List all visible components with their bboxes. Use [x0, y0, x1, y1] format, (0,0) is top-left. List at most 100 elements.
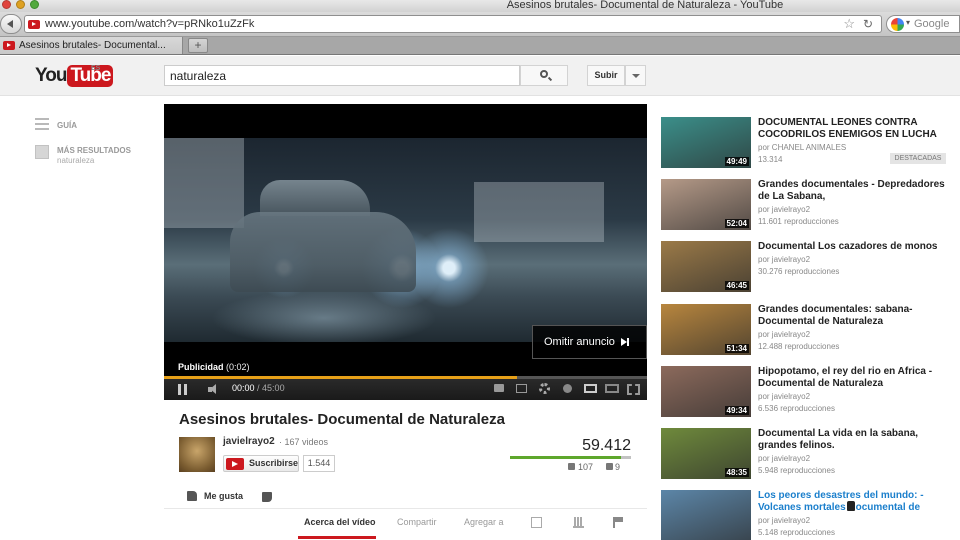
- captions-icon[interactable]: [494, 384, 504, 392]
- tab-about[interactable]: Acerca del vídeo: [304, 517, 376, 527]
- dislike-button[interactable]: [262, 492, 272, 502]
- related-views: 5.148 reproducciones: [758, 528, 835, 537]
- like-ratio-bar: [510, 456, 631, 459]
- video-thumbnail[interactable]: [661, 490, 751, 540]
- logo-you: You: [35, 65, 68, 86]
- subscribe-button[interactable]: Suscribirse: [223, 455, 299, 472]
- youtube-logo[interactable]: You Tube: [35, 65, 114, 87]
- browser-search-field[interactable]: ▾ Google: [886, 15, 960, 33]
- related-title[interactable]: Grandes documentales - Depredadores de L…: [758, 179, 948, 203]
- masthead: You Tube ES naturaleza Subir: [0, 56, 960, 96]
- address-bar[interactable]: www.youtube.com/watch?v=pRNko1uZzFk ☆ ↻: [24, 15, 882, 33]
- transcript-icon[interactable]: [531, 517, 542, 528]
- tab-bar: Asesinos brutales- Documental... +: [0, 37, 960, 55]
- ad-time: (0:02): [226, 362, 250, 372]
- like-count: 107: [568, 462, 594, 472]
- channel-name[interactable]: javielrayo2: [223, 436, 275, 447]
- related-views: 6.536 reproducciones: [758, 404, 835, 413]
- skip-ad-label: Omitir anuncio: [544, 336, 615, 348]
- video-scene-car: [260, 180, 370, 216]
- fullscreen-icon[interactable]: [627, 384, 640, 395]
- related-channel[interactable]: por javielrayo2: [758, 516, 810, 525]
- skip-ad-button[interactable]: Omitir anuncio: [532, 325, 647, 359]
- related-channel[interactable]: por javielrayo2: [758, 392, 810, 401]
- thumbs-up-icon: [187, 491, 197, 501]
- tab-share[interactable]: Compartir: [397, 517, 437, 527]
- duration-badge: 49:49: [724, 157, 749, 166]
- search-input[interactable]: naturaleza: [164, 65, 520, 86]
- thumbs-up-icon: [568, 463, 575, 470]
- search-engine-label: Google: [914, 18, 950, 30]
- thumbs-down-icon: [606, 463, 613, 470]
- video-scene-building: [164, 138, 244, 228]
- volume-icon[interactable]: [208, 384, 220, 395]
- stats-icon[interactable]: [573, 517, 584, 528]
- bookmark-star-icon[interactable]: ☆: [843, 16, 855, 32]
- more-results-label: MÁS RESULTADOS: [57, 146, 131, 155]
- large-player-icon[interactable]: [605, 384, 619, 393]
- video-player[interactable]: Omitir anuncio Publicidad (0:02) 00:00 /…: [164, 104, 647, 400]
- video-thumbnail[interactable]: 52:04: [661, 179, 751, 230]
- active-tab-underline: [298, 536, 376, 539]
- pause-icon[interactable]: [178, 384, 187, 395]
- video-thumbnail[interactable]: 49:34: [661, 366, 751, 417]
- dislike-count-value: 9: [615, 462, 621, 472]
- mouse-cursor-icon: [846, 500, 856, 512]
- related-title[interactable]: Documental Los cazadores de monos: [758, 241, 948, 253]
- video-frame[interactable]: [164, 138, 647, 342]
- time-current: 00:00: [232, 383, 255, 393]
- time-total: / 45:00: [257, 383, 285, 393]
- like-count-value: 107: [578, 462, 594, 472]
- reload-icon[interactable]: ↻: [863, 17, 873, 31]
- video-scene-car: [230, 212, 416, 292]
- related-title[interactable]: Hipopotamo, el rey del rio en Africa -Do…: [758, 366, 948, 390]
- related-channel[interactable]: por javielrayo2: [758, 454, 810, 463]
- related-channel[interactable]: por javielrayo2: [758, 330, 810, 339]
- youtube-favicon-icon: [3, 41, 15, 50]
- video-thumbnail[interactable]: 49:49: [661, 117, 751, 168]
- player-controls: 00:00 / 45:00: [164, 379, 647, 400]
- guide-label: GUÍA: [57, 121, 77, 130]
- related-title[interactable]: Grandes documentales: sabana- Documental…: [758, 304, 948, 328]
- video-scene-building: [474, 182, 604, 242]
- youtube-favicon-icon: [28, 20, 40, 29]
- tab-add-to[interactable]: Agregar a: [464, 517, 504, 527]
- related-views: 5.948 reproducciones: [758, 466, 835, 475]
- duration-badge: 48:35: [724, 468, 749, 477]
- flag-icon[interactable]: [613, 517, 624, 528]
- upload-menu-button[interactable]: [625, 65, 646, 86]
- upload-button[interactable]: Subir: [587, 65, 625, 86]
- related-channel[interactable]: por javielrayo2: [758, 255, 810, 264]
- small-player-icon[interactable]: [584, 384, 597, 393]
- dislike-count: 9: [606, 462, 621, 472]
- search-results-icon: [35, 145, 49, 159]
- video-thumbnail[interactable]: 51:34: [661, 304, 751, 355]
- youtube-play-icon: [226, 458, 244, 470]
- chevron-down-icon[interactable]: ▾: [906, 18, 910, 27]
- annotations-icon[interactable]: [516, 384, 527, 393]
- ad-label: Publicidad: [178, 362, 224, 372]
- video-thumbnail[interactable]: 46:45: [661, 241, 751, 292]
- search-button[interactable]: [520, 65, 568, 86]
- channel-video-count[interactable]: · 167 videos: [279, 437, 328, 447]
- gear-icon[interactable]: [539, 383, 550, 394]
- related-title[interactable]: DOCUMENTAL LEONES CONTRA COCODRILOS ENEM…: [758, 117, 948, 141]
- search-icon: [540, 70, 548, 78]
- browser-toolbar: www.youtube.com/watch?v=pRNko1uZzFk ☆ ↻ …: [0, 12, 960, 37]
- related-channel[interactable]: por CHANEL ANIMALES: [758, 143, 846, 152]
- new-tab-button[interactable]: +: [188, 38, 208, 53]
- browser-tab[interactable]: Asesinos brutales- Documental...: [0, 37, 183, 54]
- avatar[interactable]: [179, 437, 215, 472]
- like-button[interactable]: Me gusta: [187, 490, 247, 504]
- window-title: Asesinos brutales- Documental de Natural…: [506, 0, 784, 11]
- url-text[interactable]: www.youtube.com/watch?v=pRNko1uZzFk: [45, 18, 254, 30]
- region-label: ES: [91, 65, 101, 72]
- video-thumbnail[interactable]: 48:35: [661, 428, 751, 479]
- info-icon[interactable]: [563, 384, 572, 393]
- window-titlebar: Asesinos brutales- Documental de Natural…: [0, 0, 960, 12]
- ad-indicator: Publicidad (0:02): [178, 362, 250, 372]
- video-tabs: Acerca del vídeo Compartir Agregar a: [164, 508, 647, 540]
- back-button[interactable]: [0, 14, 22, 34]
- related-channel[interactable]: por javielrayo2: [758, 205, 810, 214]
- related-title[interactable]: Documental La vida en la sabana, grandes…: [758, 428, 948, 452]
